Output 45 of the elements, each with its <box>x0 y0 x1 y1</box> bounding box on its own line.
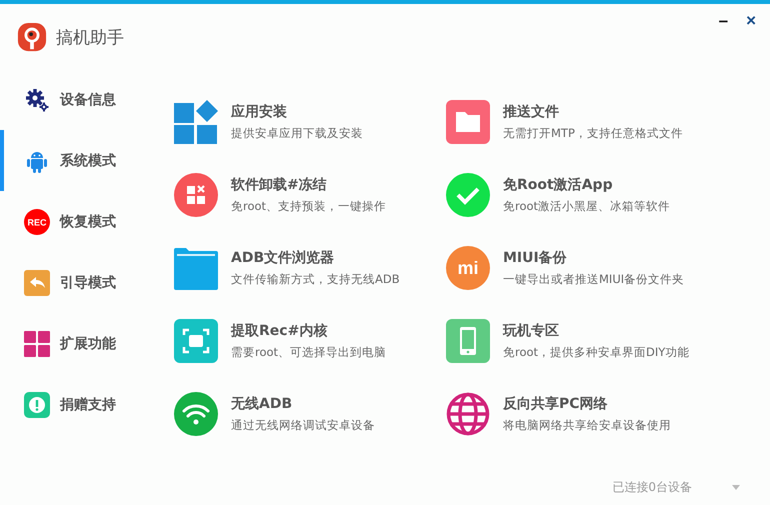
scan-frame-icon[interactable] <box>174 318 218 362</box>
caret-icon[interactable] <box>732 484 740 490</box>
exclamation-icon <box>24 392 50 418</box>
sidebar-item[interactable]: 设备信息 <box>0 69 150 130</box>
folder-icon[interactable] <box>174 246 218 290</box>
sidebar-item[interactable]: 系统模式 <box>0 130 150 191</box>
feature-title[interactable]: 玩机专区 <box>503 322 690 340</box>
feature-title[interactable]: 免Root激活App <box>503 176 670 194</box>
tile-grid-icon <box>24 330 50 356</box>
checkmark-icon[interactable] <box>446 172 490 216</box>
tiles-icon[interactable] <box>174 100 218 144</box>
feature-description: 免root激活小黑屋、冰箱等软件 <box>503 198 670 214</box>
feature-title[interactable]: 无线ADB <box>231 394 375 412</box>
feature-description: 无需打开MTP，支持任意格式文件 <box>503 126 683 140</box>
app-logo-icon <box>17 22 47 52</box>
feature-description: 文件传输新方式，支持无线ADB <box>231 272 400 286</box>
feature-description: 需要root、可选择导出到电脑 <box>231 344 386 360</box>
globe-icon[interactable] <box>446 392 490 436</box>
close-button[interactable]: × <box>746 12 756 30</box>
feature-description: 免root、支持预装，一键操作 <box>231 198 386 214</box>
feature-title[interactable]: 推送文件 <box>503 102 683 120</box>
sidebar-item[interactable]: REC 恢复模式 <box>0 191 150 252</box>
wifi-icon[interactable] <box>174 392 218 436</box>
feature-title[interactable]: MIUI备份 <box>503 248 684 266</box>
feature-description: 通过无线网络调试安卓设备 <box>231 418 375 432</box>
feature-title[interactable]: 提取Rec#内核 <box>231 322 386 340</box>
feature-description: 提供安卓应用下载及安装 <box>231 126 363 140</box>
app-title: 搞机助手 <box>56 26 124 48</box>
feature-title[interactable]: 应用安装 <box>231 102 363 120</box>
sidebar-item[interactable]: 捐赠支持 <box>0 374 150 435</box>
phone-icon[interactable] <box>446 318 490 362</box>
feature-title[interactable]: 软件卸载#冻结 <box>231 176 386 194</box>
feature-description: 免root，提供多种安卓界面DIY功能 <box>503 344 690 360</box>
feature-title[interactable]: 反向共享PC网络 <box>503 394 671 412</box>
folder-icon[interactable] <box>446 100 490 144</box>
rec-icon: REC <box>24 208 50 234</box>
feature-description: 将电脑网络共享给安卓设备使用 <box>503 418 671 432</box>
feature-description: 一键导出或者推送MIUI备份文件夹 <box>503 272 684 286</box>
gear-icon <box>24 86 50 112</box>
device-status-text: 已连接0台设备 <box>612 478 692 496</box>
minimize-button[interactable]: – <box>718 12 728 30</box>
sidebar-item[interactable]: 扩展功能 <box>0 313 150 374</box>
sidebar-item[interactable]: 引导模式 <box>0 252 150 313</box>
uninstall-grid-icon[interactable] <box>174 172 218 216</box>
feature-title[interactable]: ADB文件浏览器 <box>231 248 400 266</box>
